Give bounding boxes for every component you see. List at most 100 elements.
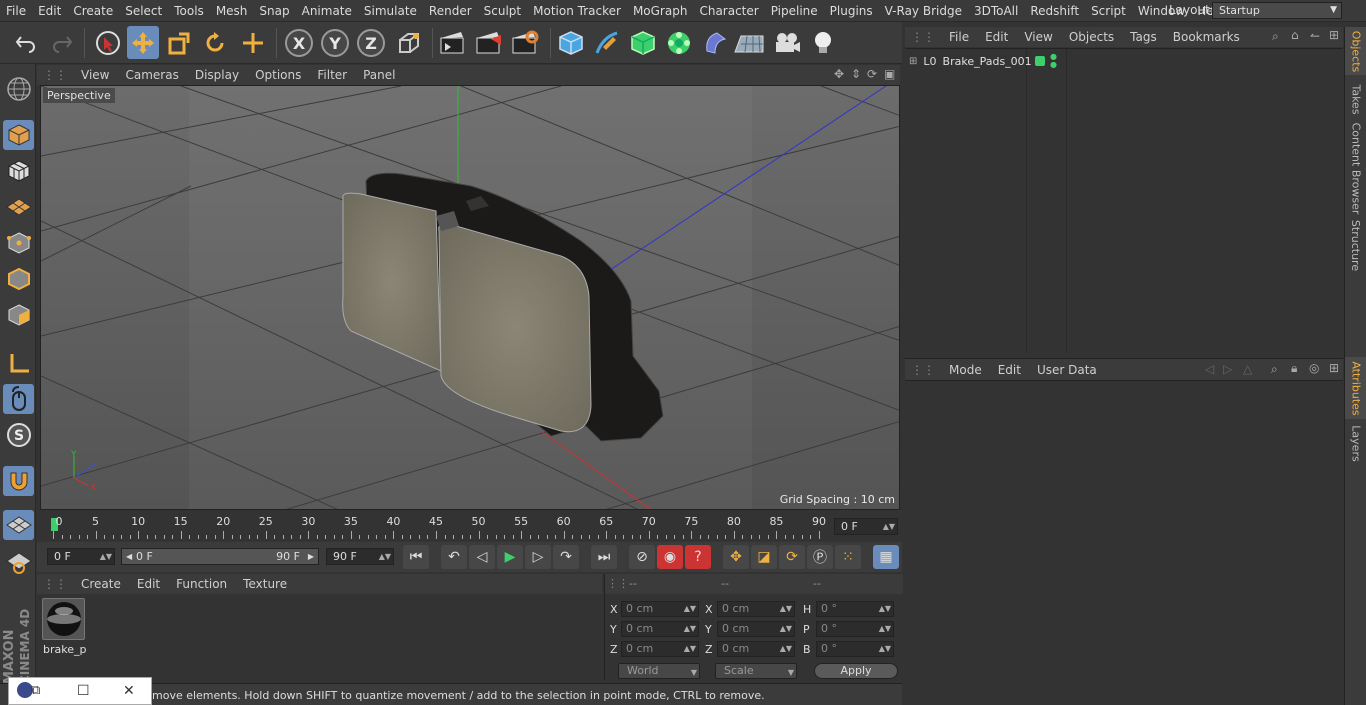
spinner-icon[interactable]: ▲▼ [879,622,891,636]
maximize-view-icon[interactable]: ▣ [884,67,895,81]
model-mode-button[interactable] [3,120,34,150]
tab-structure[interactable]: Structure [1345,215,1366,275]
spinner-icon[interactable]: ▲▼ [780,622,792,636]
menu-tools[interactable]: Tools [168,4,210,18]
spinner-icon[interactable]: ▲▼ [379,549,391,564]
menu-vray-bridge[interactable]: V-Ray Bridge [879,4,968,18]
spinner-icon[interactable]: ▲▼ [883,519,895,534]
camera-button[interactable] [771,26,803,59]
planar-workplane-button[interactable] [3,548,34,578]
max-time-field[interactable]: 90 F ▲▼ [326,548,394,565]
viewport-menu-display[interactable]: Display [187,68,247,82]
viewport-menu-panel[interactable]: Panel [355,68,403,82]
record-parameter-button[interactable]: Ⓟ [807,545,833,569]
object-name[interactable]: Brake_Pads_001 [943,55,1032,68]
timeline-window-button[interactable]: ▦ [873,545,899,569]
menu-file[interactable]: File [0,4,32,18]
spinner-icon[interactable]: ▲▼ [780,642,792,656]
tab-objects[interactable]: Objects [1345,27,1366,75]
coordinate-space-dropdown[interactable]: World ▼ [618,663,700,679]
material-menu-create[interactable]: Create [73,577,129,591]
attributes-menu-mode[interactable]: Mode [941,363,990,377]
previous-key-button[interactable]: ↶ [441,545,467,569]
min-time-field[interactable]: 0 F ▲▼ [47,548,115,565]
play-button[interactable]: ▶ [497,545,523,569]
material-menu-edit[interactable]: Edit [129,577,168,591]
new-panel-icon[interactable]: ⊞ [1329,28,1339,42]
menu-edit[interactable]: Edit [32,4,67,18]
size-x-field[interactable]: 0 cm ▲▼ [717,601,795,617]
tab-layers[interactable]: Layers [1345,421,1366,465]
render-view-button[interactable] [436,26,468,59]
attributes-menu-user-data[interactable]: User Data [1029,363,1105,377]
next-key-button[interactable]: ↷ [553,545,579,569]
next-frame-button[interactable]: ▷ [525,545,551,569]
chevron-right-icon[interactable]: ▶ [308,549,314,564]
zoom-view-icon[interactable]: ⇕ [851,67,861,81]
tweak-mode-button[interactable] [3,384,34,414]
size-y-field[interactable]: 0 cm ▲▼ [717,621,795,637]
rot-b-field[interactable]: 0 ° ▲▼ [816,641,894,657]
scale-tool-button[interactable] [163,26,195,59]
previous-frame-button[interactable]: ◁ [469,545,495,569]
coordinate-system-button[interactable] [393,26,425,59]
menu-plugins[interactable]: Plugins [824,4,879,18]
spinner-icon[interactable]: ▲▼ [780,602,792,616]
timeline-ruler[interactable]: 0 5 10 15 20 25 30 35 40 45 50 55 60 65 70 75 80 85 90 0 F… [37,512,902,542]
record-keys-button[interactable]: ⊘ [629,545,655,569]
record-position-button[interactable]: ✥ [723,545,749,569]
size-mode-dropdown[interactable]: Scale ▼ [715,663,797,679]
chevron-left-icon[interactable]: ◀ [126,549,132,564]
objects-menu-objects[interactable]: Objects [1061,30,1122,44]
navigate-back-icon[interactable]: ↼ [1310,29,1320,43]
rotate-tool-button[interactable] [199,26,231,59]
objects-menu-edit[interactable]: Edit [977,30,1016,44]
menu-motion-tracker[interactable]: Motion Tracker [527,4,627,18]
spinner-icon[interactable]: ▲▼ [684,602,696,616]
tab-attributes[interactable]: Attributes [1345,357,1366,419]
menu-render[interactable]: Render [423,4,478,18]
locked-workplane-button[interactable] [3,510,34,540]
objects-menu-tags[interactable]: Tags [1122,30,1165,44]
recent-tool-button[interactable] [237,26,269,59]
menu-animate[interactable]: Animate [296,4,358,18]
menu-create[interactable]: Create [67,4,119,18]
menu-redshift[interactable]: Redshift [1024,4,1085,18]
deformer-button[interactable] [699,26,731,59]
redo-button[interactable] [46,26,78,59]
tab-content-browser[interactable]: Content Browser [1345,122,1366,214]
enable-axis-button[interactable] [3,348,34,378]
menu-simulate[interactable]: Simulate [358,4,423,18]
keyframe-selection-button[interactable]: ? [685,545,711,569]
edges-mode-button[interactable] [3,264,34,294]
rot-p-field[interactable]: 0 ° ▲▼ [816,621,894,637]
render-picture-viewer-button[interactable] [472,26,504,59]
move-tool-button[interactable] [127,26,159,59]
spinner-icon[interactable]: ▲▼ [100,549,112,564]
menu-sculpt[interactable]: Sculpt [478,4,527,18]
live-selection-button[interactable] [92,26,124,59]
viewport-menu-options[interactable]: Options [247,68,309,82]
undo-button[interactable] [10,26,42,59]
viewport-camera-label[interactable]: Perspective [43,88,115,103]
layout-select[interactable]: Startup ▼ [1212,2,1342,19]
maximize-icon[interactable]: ☐ [77,683,90,699]
points-mode-button[interactable] [3,228,34,258]
expand-icon[interactable]: ⊞ [909,56,917,67]
go-to-end-button[interactable]: ⏭ [591,545,617,569]
search-icon[interactable]: ⌕ [1272,29,1279,44]
menu-character[interactable]: Character [693,4,764,18]
autokeying-button[interactable]: ◉ [657,545,683,569]
restore-icon[interactable]: ⧉ [31,683,40,698]
lock-icon[interactable]: 🔒︎ [1291,361,1297,376]
size-z-field[interactable]: 0 cm ▲▼ [717,641,795,657]
objects-menu-file[interactable]: File [941,30,977,44]
menu-select[interactable]: Select [119,4,168,18]
perspective-viewport[interactable]: Y Z X Perspective Grid Spacing : 10 cm [40,85,900,510]
pos-y-field[interactable]: 0 cm ▲▼ [621,621,699,637]
z-axis-lock-button[interactable]: Z [357,29,385,57]
cloner-button[interactable] [663,26,695,59]
object-row[interactable]: ⊞ L0 Brake_Pads_001 ● ● [909,53,1057,69]
preview-range-slider[interactable]: ◀ 0 F 90 F ▶ [121,548,319,565]
magnet-button[interactable] [3,466,34,496]
